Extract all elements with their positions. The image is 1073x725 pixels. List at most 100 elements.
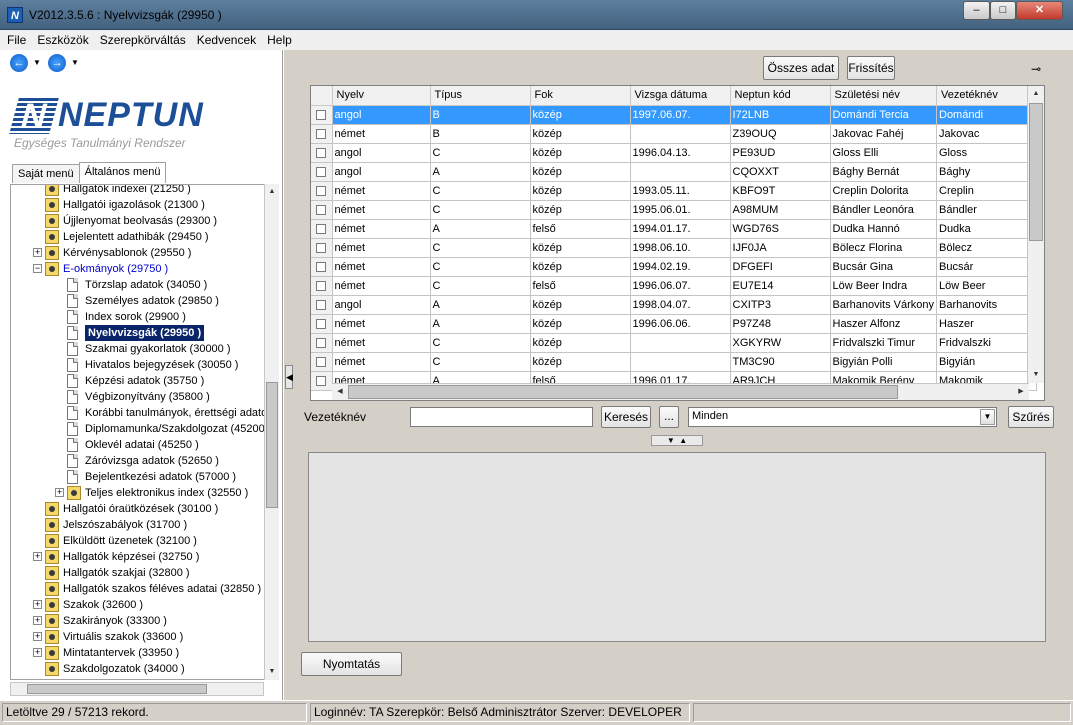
hscroll-thumb[interactable] bbox=[27, 684, 207, 694]
chevron-down-icon[interactable]: ▼ bbox=[980, 409, 995, 425]
row-checkbox[interactable] bbox=[316, 299, 327, 310]
back-icon[interactable]: ← bbox=[10, 54, 28, 72]
row-checkbox[interactable] bbox=[316, 261, 327, 272]
maximize-button[interactable]: □ bbox=[990, 1, 1016, 20]
tree-item-label: Végbizonyítvány (35800 ) bbox=[85, 391, 210, 403]
col-neptun-kod[interactable]: Neptun kód bbox=[730, 86, 831, 106]
expand-icon[interactable]: + bbox=[33, 632, 42, 641]
expand-icon[interactable]: + bbox=[33, 648, 42, 657]
col-vezeteknev[interactable]: Vezetéknév bbox=[936, 86, 1037, 106]
page-icon bbox=[67, 326, 78, 340]
scroll-up-icon[interactable]: ▲ bbox=[265, 184, 279, 200]
grid-scroll-right-icon[interactable]: ▶ bbox=[1013, 384, 1029, 400]
menu-kedvencek[interactable]: Kedvencek bbox=[190, 30, 260, 47]
row-checkbox[interactable] bbox=[316, 185, 327, 196]
table-row[interactable]: német Cközép 1994.02.19. DFGEFI Bucsár Gina B… bbox=[311, 257, 1037, 277]
scope-select[interactable]: Minden ▼ bbox=[688, 407, 997, 427]
row-checkbox[interactable] bbox=[316, 356, 327, 367]
menu-eszkozok[interactable]: Eszközök bbox=[30, 30, 92, 47]
col-fok[interactable]: Fok bbox=[530, 86, 631, 106]
scroll-down-icon[interactable]: ▼ bbox=[265, 664, 279, 680]
filter-button[interactable]: Szűrés bbox=[1008, 406, 1054, 428]
tree-item-label: Diplomamunka/Szakdolgozat (45200 bbox=[85, 423, 264, 435]
row-checkbox[interactable] bbox=[316, 280, 327, 291]
refresh-button[interactable]: Frissítés bbox=[847, 56, 895, 80]
col-szuletesi-nev[interactable]: Születési név bbox=[830, 86, 937, 106]
panel-splitter[interactable]: ◀ bbox=[283, 50, 293, 700]
minimize-button[interactable]: – bbox=[963, 1, 990, 20]
col-nyelv[interactable]: Nyelv bbox=[332, 86, 431, 106]
more-button[interactable]: ... bbox=[659, 406, 679, 428]
table-cell: Bándler bbox=[936, 200, 1037, 220]
table-row[interactable]: német Bközép Z39OUQ Jakovac Fahéj Jakovac bbox=[311, 124, 1037, 144]
pin-icon[interactable]: ⊸ bbox=[1031, 62, 1041, 76]
grid-hscroll-thumb[interactable] bbox=[348, 385, 898, 399]
row-checkbox[interactable] bbox=[316, 147, 327, 158]
table-cell: Bándler Leonóra bbox=[830, 200, 937, 220]
forward-icon[interactable]: → bbox=[48, 54, 66, 72]
tab-altalanos-menu[interactable]: Általános menü bbox=[78, 162, 167, 183]
collapse-left-icon[interactable]: ◀ bbox=[285, 365, 293, 389]
grid-scroll-down-icon[interactable]: ▼ bbox=[1028, 367, 1044, 383]
status-role: Szerepkör: Belső Adminisztrátor bbox=[386, 705, 558, 719]
table-cell: német bbox=[332, 238, 431, 258]
table-row[interactable]: német Cközép XGKYRW Fridvalszki Timur Fridva… bbox=[311, 333, 1037, 353]
row-checkbox[interactable] bbox=[316, 375, 327, 386]
grid-horizontal-scrollbar[interactable]: ◀ ▶ bbox=[332, 383, 1029, 400]
menu-file[interactable]: File bbox=[0, 30, 30, 47]
expand-icon[interactable]: + bbox=[33, 248, 42, 257]
expand-icon[interactable]: + bbox=[55, 488, 64, 497]
table-row[interactable]: német Cfelső 1996.06.07. EU7E14 Löw Beer Ind… bbox=[311, 276, 1037, 296]
print-button[interactable]: Nyomtatás bbox=[301, 652, 402, 676]
row-checkbox[interactable] bbox=[316, 223, 327, 234]
col-tipus[interactable]: Típus bbox=[430, 86, 531, 106]
table-row[interactable]: német Cközép TM3C90 Bigyián Polli Bigyián bbox=[311, 352, 1037, 372]
tree-item-label: Elküldött üzenetek (32100 ) bbox=[63, 535, 197, 547]
row-checkbox[interactable] bbox=[316, 204, 327, 215]
all-data-button[interactable]: Összes adat bbox=[763, 56, 839, 80]
table-cell: C bbox=[430, 200, 531, 220]
table-cell: C bbox=[430, 352, 531, 372]
table-cell: közép bbox=[530, 257, 631, 277]
row-checkbox[interactable] bbox=[316, 128, 327, 139]
table-row[interactable]: angol Aközép CQOXXT Bághy Bernát Bághy bbox=[311, 162, 1037, 182]
grid-vscroll-thumb[interactable] bbox=[1029, 103, 1043, 241]
tree-vertical-scrollbar[interactable]: ▲ ▼ bbox=[264, 184, 279, 680]
row-checkbox[interactable] bbox=[316, 166, 327, 177]
row-checkbox[interactable] bbox=[316, 242, 327, 253]
table-cell bbox=[630, 352, 731, 372]
menu-szerepkorvaltas[interactable]: Szerepkörváltás bbox=[93, 30, 190, 47]
tree-horizontal-scrollbar[interactable] bbox=[10, 682, 264, 696]
table-row[interactable]: német Aközép 1996.06.06. P97Z48 Haszer Alfon… bbox=[311, 314, 1037, 334]
table-row[interactable]: német Cközép 1993.05.11. KBFO9T Creplin Dolo… bbox=[311, 181, 1037, 201]
tab-sajat-menu[interactable]: Saját menü bbox=[12, 164, 80, 183]
table-row[interactable]: angol Cközép 1996.04.13. PE93UD Gloss Elli Gl… bbox=[311, 143, 1037, 163]
menu-help[interactable]: Help bbox=[260, 30, 296, 47]
scroll-thumb[interactable] bbox=[266, 382, 278, 508]
expand-icon[interactable]: + bbox=[33, 616, 42, 625]
grid-scroll-left-icon[interactable]: ◀ bbox=[332, 384, 348, 400]
grid-vertical-scrollbar[interactable]: ▲ ▼ bbox=[1027, 86, 1044, 383]
table-row[interactable]: német Cközép 1995.06.01. A98MUM Bándler Leon… bbox=[311, 200, 1037, 220]
row-checkbox[interactable] bbox=[316, 318, 327, 329]
forward-dropdown-icon[interactable]: ▼ bbox=[71, 58, 79, 67]
row-checkbox[interactable] bbox=[316, 109, 327, 120]
row-checkbox[interactable] bbox=[316, 337, 327, 348]
surname-filter-input[interactable] bbox=[410, 407, 593, 427]
expand-icon[interactable]: + bbox=[33, 552, 42, 561]
expand-icon[interactable]: + bbox=[33, 600, 42, 609]
close-button[interactable]: ✕ bbox=[1016, 1, 1063, 20]
collapse-icon[interactable]: − bbox=[33, 264, 42, 273]
status-login: Loginnév: TA bbox=[314, 705, 383, 719]
table-row[interactable]: angol Bközép 1997.06.07. I72LNB Domándi Terc… bbox=[311, 105, 1037, 125]
detail-collapse-toggle[interactable]: ▼ ▲ bbox=[651, 435, 703, 446]
table-row[interactable]: angol Aközép 1998.04.07. CXITP3 Barhanovits … bbox=[311, 295, 1037, 315]
back-dropdown-icon[interactable]: ▼ bbox=[33, 58, 41, 67]
table-row[interactable]: német Afelső 1994.01.17. WGD76S Dudka Hannó D… bbox=[311, 219, 1037, 239]
table-row[interactable]: német Cközép 1998.06.10. IJF0JA Bölecz Flori… bbox=[311, 238, 1037, 258]
table-cell: Bághy Bernát bbox=[830, 162, 937, 182]
table-cell: közép bbox=[530, 314, 631, 334]
col-vizsga-datuma[interactable]: Vizsga dátuma bbox=[630, 86, 731, 106]
search-button[interactable]: Keresés bbox=[601, 406, 651, 428]
grid-scroll-up-icon[interactable]: ▲ bbox=[1028, 86, 1044, 102]
